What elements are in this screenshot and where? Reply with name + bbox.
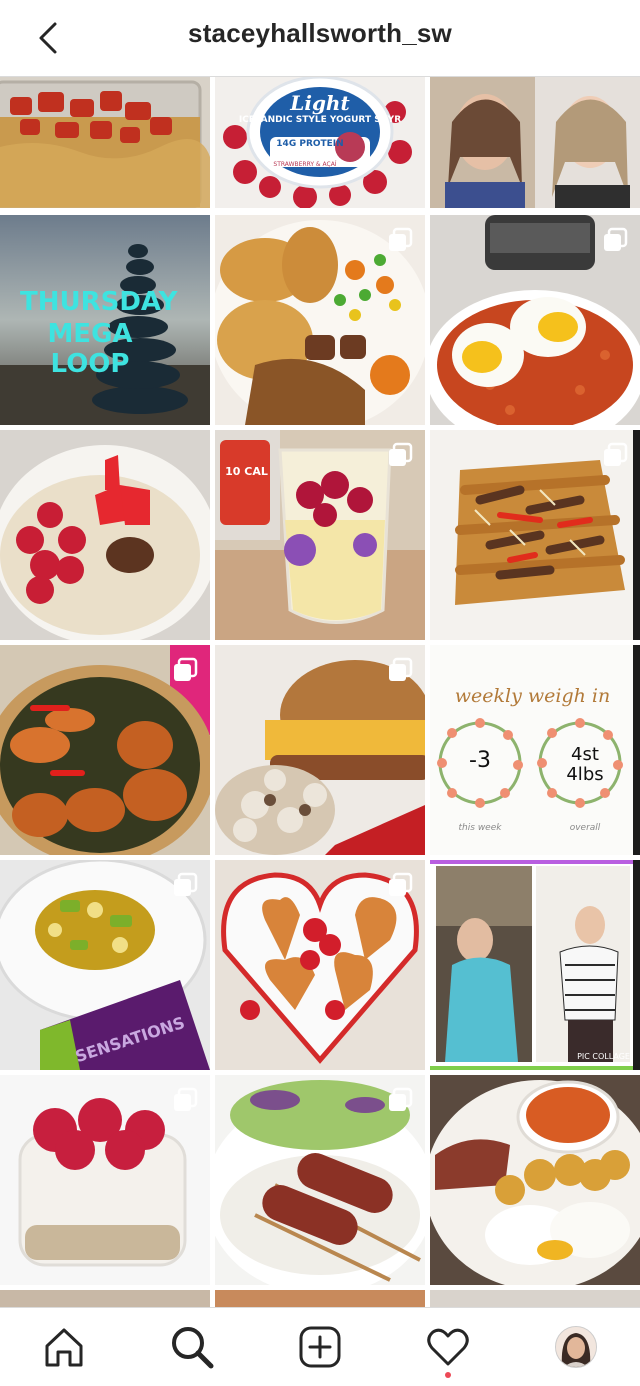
post-tile-heart-plate[interactable]	[215, 860, 425, 1070]
weigh-in-week-caption: this week	[458, 823, 502, 833]
post-tile-before-after[interactable]: PIC COLLAGE	[430, 860, 640, 1070]
carousel-icon	[604, 442, 628, 466]
post-tile-porridge-raspberries[interactable]	[0, 430, 210, 640]
weigh-in-overall-value: 4st 4lbs	[566, 744, 604, 785]
post-tile-burger[interactable]	[215, 645, 425, 855]
nav-new-post[interactable]	[280, 1312, 360, 1382]
post-tile-weekly-weigh-in[interactable]: weekly weigh in -3 4st 4lbs this week ov…	[430, 645, 640, 855]
post-tile-mega-loop[interactable]: THURSDAY MEGA LOOP	[0, 215, 210, 425]
top-bar: staceyhallsworth_sw	[0, 0, 640, 77]
post-tile-raspberry-cheesecake[interactable]	[0, 1075, 210, 1285]
plus-square-icon	[299, 1326, 341, 1368]
weigh-in-week-value: -3	[469, 748, 491, 773]
heart-icon	[427, 1328, 469, 1366]
post-tile-partial-3[interactable]	[430, 1290, 640, 1308]
weigh-in-title: weekly weigh in	[454, 685, 611, 707]
post-tile-partial-2[interactable]	[215, 1290, 425, 1308]
carousel-icon	[389, 872, 413, 896]
post-tile-curry-crisps[interactable]: SENSATIONS	[0, 860, 210, 1070]
carousel-icon	[389, 657, 413, 681]
carousel-icon	[389, 1087, 413, 1111]
nav-profile[interactable]	[536, 1312, 616, 1382]
avatar	[555, 1326, 597, 1368]
yogurt-cup-text: 10 CAL	[225, 465, 268, 478]
post-tile-selfie-pair[interactable]	[430, 77, 640, 208]
carousel-icon	[604, 227, 628, 251]
carousel-icon	[389, 442, 413, 466]
skyr-product-text: ICELANDIC STYLE YOGURT SKYR	[238, 115, 402, 125]
bottom-nav	[0, 1307, 640, 1386]
post-tile-skyr-yogurt[interactable]: Light ICELANDIC STYLE YOGURT SKYR 14G PR…	[215, 77, 425, 208]
nav-activity[interactable]	[408, 1312, 488, 1382]
mega-loop-line2: MEGA LOOP	[47, 319, 133, 379]
post-tile-stew-potatoes[interactable]	[215, 215, 425, 425]
post-tile-kofta-rice[interactable]	[215, 1075, 425, 1285]
post-tile-partial-1[interactable]	[0, 1290, 210, 1308]
post-tile-yogurt-glass[interactable]: 10 CAL	[215, 430, 425, 640]
post-tile-beans-eggs[interactable]	[430, 215, 640, 425]
search-icon	[172, 1327, 214, 1369]
activity-notification-dot	[445, 1372, 451, 1378]
carousel-icon	[174, 872, 198, 896]
post-tile-breakfast-plate[interactable]	[430, 1075, 640, 1285]
skyr-flavour-text: STRAWBERRY & AÇAÍ	[273, 161, 337, 168]
post-tile-food-tray[interactable]	[0, 77, 210, 208]
post-tile-chicken-rice-bowl[interactable]	[0, 645, 210, 855]
weigh-in-overall-caption: overall	[569, 823, 601, 833]
carousel-icon	[389, 227, 413, 251]
carousel-icon	[174, 657, 198, 681]
skyr-brand-text: Light	[290, 91, 350, 115]
post-tile-steak-fries[interactable]	[430, 430, 640, 640]
profile-username: staceyhallsworth_sw	[188, 18, 452, 48]
pic-collage-watermark: PIC COLLAGE	[577, 1052, 630, 1061]
carousel-icon	[174, 1087, 198, 1111]
mega-loop-line1: THURSDAY	[20, 287, 178, 317]
nav-search[interactable]	[152, 1312, 232, 1382]
skyr-protein-text: 14G PROTEIN	[276, 139, 344, 149]
home-icon	[45, 1328, 83, 1367]
nav-home[interactable]	[24, 1312, 104, 1382]
